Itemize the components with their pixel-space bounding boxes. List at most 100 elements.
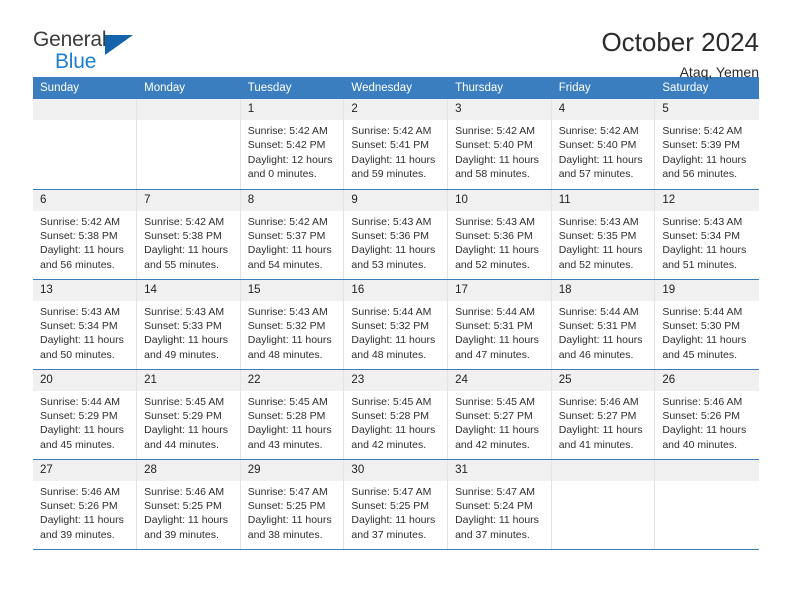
day-details: Sunrise: 5:45 AM Sunset: 5:27 PM Daylight:… <box>448 391 551 453</box>
calendar-day-cell[interactable]: 29 Sunrise: 5:47 AM Sunset: 5:25 PM Dayligh… <box>240 459 345 550</box>
calendar-day-cell[interactable]: 30 Sunrise: 5:47 AM Sunset: 5:25 PM Dayligh… <box>343 459 449 550</box>
calendar-day-cell[interactable]: 20 Sunrise: 5:44 AM Sunset: 5:29 PM Dayligh… <box>33 369 138 460</box>
calendar-day-cell[interactable]: 6 Sunrise: 5:42 AM Sunset: 5:38 PM Daylight… <box>33 189 138 280</box>
sunrise-text: Sunrise: 5:44 AM <box>40 395 120 408</box>
sunset-text: Sunset: 5:40 PM <box>558 139 637 152</box>
daylight-text-line2: and 37 minutes. <box>455 528 530 541</box>
sunrise-text: Sunrise: 5:42 AM <box>40 215 120 228</box>
sunset-text: Sunset: 5:34 PM <box>662 229 740 242</box>
daylight-text-line2: and 46 minutes. <box>558 348 634 361</box>
daylight-text-line2: and 48 minutes. <box>247 348 323 361</box>
calendar-day-cell[interactable]: 26 Sunrise: 5:46 AM Sunset: 5:26 PM Dayligh… <box>654 369 759 460</box>
calendar-week-row: 27 Sunrise: 5:46 AM Sunset: 5:26 PM Dayligh… <box>33 459 759 550</box>
sunset-text: Sunset: 5:36 PM <box>351 229 430 242</box>
daylight-text-line1: Daylight: 11 hours <box>247 244 332 257</box>
calendar-day-cell[interactable]: 15 Sunrise: 5:43 AM Sunset: 5:32 PM Dayligh… <box>240 279 345 370</box>
daylight-text-line1: Daylight: 12 hours <box>247 153 333 166</box>
day-number: 21 <box>137 369 240 391</box>
calendar-week-row: 13 Sunrise: 5:43 AM Sunset: 5:34 PM Dayligh… <box>33 279 759 370</box>
calendar-day-cell[interactable]: 9 Sunrise: 5:43 AM Sunset: 5:36 PM Daylight… <box>343 189 449 280</box>
calendar-day-cell[interactable]: 25 Sunrise: 5:46 AM Sunset: 5:27 PM Dayligh… <box>551 369 656 460</box>
sunset-text: Sunset: 5:37 PM <box>247 229 326 242</box>
weekday-header-monday: Monday <box>136 77 241 99</box>
day-number: 9 <box>344 189 448 211</box>
sunset-text: Sunset: 5:36 PM <box>455 229 533 242</box>
calendar-day-cell[interactable]: 10 Sunrise: 5:43 AM Sunset: 5:36 PM Dayligh… <box>447 189 552 280</box>
sunset-text: Sunset: 5:25 PM <box>144 499 222 512</box>
daylight-text-line1: Daylight: 11 hours <box>351 153 436 166</box>
calendar-day-cell[interactable]: 4 Sunrise: 5:42 AM Sunset: 5:40 PM Daylight… <box>551 99 656 190</box>
sunset-text: Sunset: 5:39 PM <box>662 139 740 152</box>
calendar-day-cell[interactable]: 3 Sunrise: 5:42 AM Sunset: 5:40 PM Daylight… <box>447 99 552 190</box>
daylight-text-line2: and 42 minutes. <box>455 438 530 451</box>
calendar-day-cell[interactable]: 19 Sunrise: 5:44 AM Sunset: 5:30 PM Dayligh… <box>654 279 759 370</box>
day-details: Sunrise: 5:44 AM Sunset: 5:31 PM Daylight:… <box>552 301 655 363</box>
daylight-text-line1: Daylight: 11 hours <box>455 153 539 166</box>
sunset-text: Sunset: 5:31 PM <box>455 319 533 332</box>
daylight-text-line1: Daylight: 11 hours <box>662 244 747 257</box>
calendar-day-cell[interactable]: 1 Sunrise: 5:42 AM Sunset: 5:42 PM Daylight… <box>240 99 345 190</box>
calendar-day-cell[interactable]: 22 Sunrise: 5:45 AM Sunset: 5:28 PM Dayligh… <box>240 369 345 460</box>
daylight-text-line2: and 44 minutes. <box>144 438 219 451</box>
calendar-day-cell[interactable]: 21 Sunrise: 5:45 AM Sunset: 5:29 PM Dayligh… <box>136 369 241 460</box>
calendar-day-cell[interactable]: 28 Sunrise: 5:46 AM Sunset: 5:25 PM Dayligh… <box>136 459 241 550</box>
calendar-day-cell[interactable]: 13 Sunrise: 5:43 AM Sunset: 5:34 PM Dayligh… <box>33 279 138 370</box>
sunrise-text: Sunrise: 5:43 AM <box>247 305 328 318</box>
day-number <box>137 99 240 120</box>
calendar-day-cell[interactable]: 24 Sunrise: 5:45 AM Sunset: 5:27 PM Dayligh… <box>447 369 552 460</box>
calendar-day-cell[interactable]: 8 Sunrise: 5:42 AM Sunset: 5:37 PM Daylight… <box>240 189 345 280</box>
calendar-day-cell[interactable]: 5 Sunrise: 5:42 AM Sunset: 5:39 PM Daylight… <box>654 99 759 190</box>
daylight-text-line1: Daylight: 11 hours <box>351 424 436 437</box>
daylight-text-line2: and 52 minutes. <box>455 258 530 271</box>
day-details: Sunrise: 5:43 AM Sunset: 5:33 PM Daylight:… <box>137 301 240 363</box>
sunrise-text: Sunrise: 5:44 AM <box>558 305 639 318</box>
calendar-day-cell[interactable]: 11 Sunrise: 5:43 AM Sunset: 5:35 PM Dayligh… <box>551 189 656 280</box>
calendar-empty-cell <box>551 459 656 550</box>
sunset-text: Sunset: 5:27 PM <box>558 409 637 422</box>
day-details: Sunrise: 5:42 AM Sunset: 5:40 PM Daylight:… <box>448 120 551 182</box>
sunset-text: Sunset: 5:32 PM <box>351 319 430 332</box>
day-details: Sunrise: 5:44 AM Sunset: 5:30 PM Daylight:… <box>655 301 758 363</box>
daylight-text-line2: and 38 minutes. <box>247 528 323 541</box>
calendar-day-cell[interactable]: 23 Sunrise: 5:45 AM Sunset: 5:28 PM Dayligh… <box>343 369 449 460</box>
weekday-header-thursday: Thursday <box>447 77 552 99</box>
sunrise-text: Sunrise: 5:47 AM <box>455 485 536 498</box>
sunset-text: Sunset: 5:38 PM <box>40 229 118 242</box>
calendar-day-cell[interactable]: 7 Sunrise: 5:42 AM Sunset: 5:38 PM Daylight… <box>136 189 241 280</box>
day-number: 3 <box>448 99 551 120</box>
calendar-day-cell[interactable]: 31 Sunrise: 5:47 AM Sunset: 5:24 PM Dayligh… <box>447 459 552 550</box>
day-number: 28 <box>137 459 240 481</box>
calendar-day-cell[interactable]: 12 Sunrise: 5:43 AM Sunset: 5:34 PM Dayligh… <box>654 189 759 280</box>
calendar-day-cell[interactable]: 14 Sunrise: 5:43 AM Sunset: 5:33 PM Dayligh… <box>136 279 241 370</box>
sunrise-text: Sunrise: 5:46 AM <box>40 485 120 498</box>
sunset-text: Sunset: 5:25 PM <box>247 499 326 512</box>
day-details: Sunrise: 5:47 AM Sunset: 5:24 PM Daylight:… <box>448 481 551 543</box>
day-details: Sunrise: 5:43 AM Sunset: 5:36 PM Daylight:… <box>448 211 551 273</box>
sunset-text: Sunset: 5:28 PM <box>247 409 326 422</box>
calendar-day-cell[interactable]: 27 Sunrise: 5:46 AM Sunset: 5:26 PM Dayligh… <box>33 459 138 550</box>
daylight-text-line1: Daylight: 11 hours <box>144 334 228 347</box>
calendar-page: General Blue October 2024 Ataq, Yemen Su… <box>0 0 792 612</box>
day-number: 15 <box>240 279 344 301</box>
sunrise-text: Sunrise: 5:45 AM <box>351 395 432 408</box>
sunrise-text: Sunrise: 5:44 AM <box>662 305 743 318</box>
calendar-day-cell[interactable]: 17 Sunrise: 5:44 AM Sunset: 5:31 PM Dayligh… <box>447 279 552 370</box>
sunset-text: Sunset: 5:24 PM <box>455 499 533 512</box>
day-details: Sunrise: 5:42 AM Sunset: 5:40 PM Daylight:… <box>552 120 655 182</box>
day-number <box>551 459 655 481</box>
day-details: Sunrise: 5:44 AM Sunset: 5:31 PM Daylight:… <box>448 301 551 363</box>
calendar-day-cell[interactable]: 18 Sunrise: 5:44 AM Sunset: 5:31 PM Dayligh… <box>551 279 656 370</box>
sunrise-sunset-calendar: Sunday Monday Tuesday Wednesday Thursday… <box>33 77 759 550</box>
sunset-text: Sunset: 5:29 PM <box>40 409 118 422</box>
daylight-text-line2: and 47 minutes. <box>455 348 530 361</box>
daylight-text-line2: and 50 minutes. <box>40 348 115 361</box>
sunrise-text: Sunrise: 5:47 AM <box>247 485 328 498</box>
calendar-day-cell[interactable]: 16 Sunrise: 5:44 AM Sunset: 5:32 PM Dayligh… <box>343 279 449 370</box>
day-details: Sunrise: 5:43 AM Sunset: 5:35 PM Daylight:… <box>552 211 655 273</box>
calendar-empty-cell <box>33 99 138 190</box>
sunrise-text: Sunrise: 5:46 AM <box>662 395 743 408</box>
day-number: 29 <box>240 459 344 481</box>
daylight-text-line1: Daylight: 11 hours <box>558 424 643 437</box>
calendar-day-cell[interactable]: 2 Sunrise: 5:42 AM Sunset: 5:41 PM Daylight… <box>343 99 449 190</box>
sunrise-text: Sunrise: 5:43 AM <box>144 305 225 318</box>
